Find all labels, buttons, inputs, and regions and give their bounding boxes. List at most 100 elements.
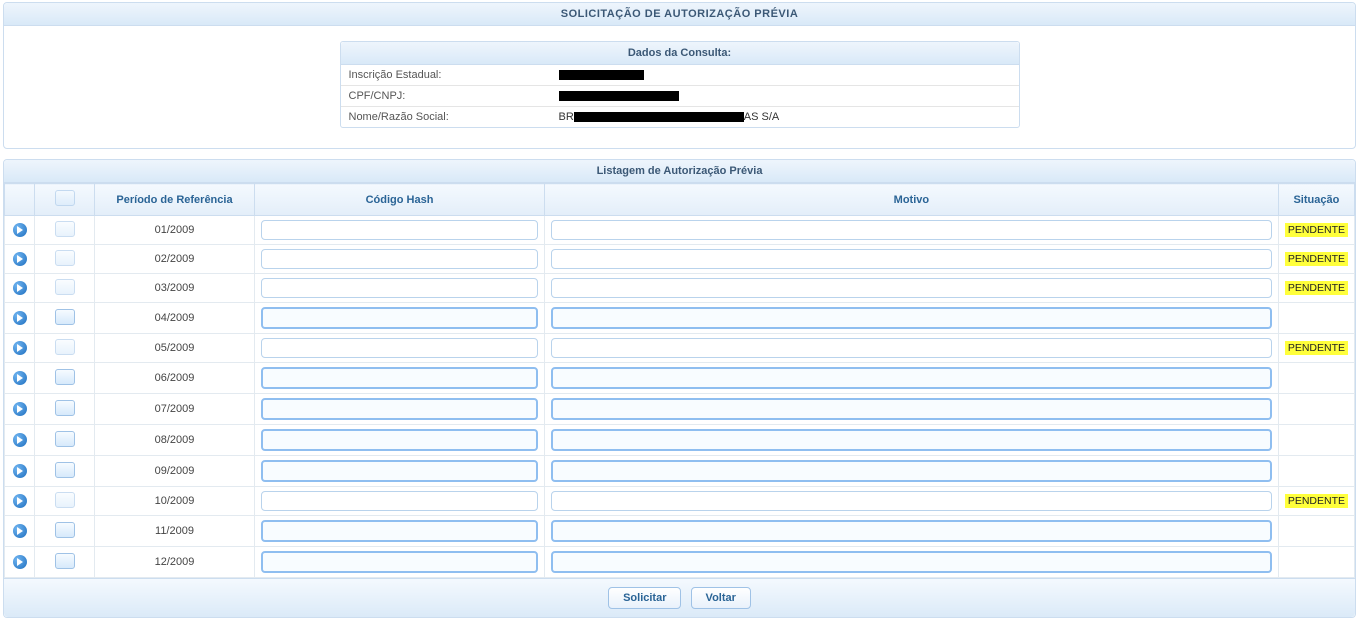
table-row: 12/2009 (5, 547, 1355, 578)
situacao-cell: PENDENTE (1278, 334, 1354, 363)
codigo-hash-input[interactable] (261, 429, 538, 451)
status-badge: PENDENTE (1285, 341, 1348, 355)
periodo-cell: 12/2009 (95, 547, 255, 578)
situacao-cell (1278, 456, 1354, 487)
situacao-cell (1278, 394, 1354, 425)
page-title: SOLICITAÇÃO DE AUTORIZAÇÃO PRÉVIA (4, 3, 1355, 26)
consulta-row: Inscrição Estadual: (341, 65, 1019, 86)
expand-row-icon[interactable] (13, 555, 27, 569)
situacao-cell: PENDENTE (1278, 216, 1354, 245)
consulta-value: BRAS S/A (551, 107, 1019, 127)
status-badge: PENDENTE (1285, 494, 1348, 508)
consulta-title: Dados da Consulta: (341, 42, 1019, 65)
listagem-table: Período de Referência Código Hash Motivo… (4, 183, 1355, 578)
codigo-hash-input[interactable] (261, 278, 538, 298)
expand-row-icon[interactable] (13, 433, 27, 447)
row-checkbox[interactable] (55, 492, 75, 508)
motivo-input[interactable] (551, 278, 1272, 298)
row-checkbox[interactable] (55, 462, 75, 478)
expand-row-icon[interactable] (13, 464, 27, 478)
consulta-label: Inscrição Estadual: (341, 65, 551, 85)
row-checkbox[interactable] (55, 522, 75, 538)
row-checkbox[interactable] (55, 400, 75, 416)
consulta-row: CPF/CNPJ: (341, 86, 1019, 107)
periodo-cell: 10/2009 (95, 487, 255, 516)
expand-row-icon[interactable] (13, 281, 27, 295)
table-row: 11/2009 (5, 516, 1355, 547)
expand-row-icon[interactable] (13, 524, 27, 538)
consulta-value (551, 86, 1019, 106)
periodo-cell: 01/2009 (95, 216, 255, 245)
expand-row-icon[interactable] (13, 223, 27, 237)
select-all-checkbox[interactable] (55, 190, 75, 206)
row-checkbox[interactable] (55, 431, 75, 447)
motivo-input[interactable] (551, 520, 1272, 542)
table-row: 05/2009 PENDENTE (5, 334, 1355, 363)
motivo-input[interactable] (551, 307, 1272, 329)
listagem-title: Listagem de Autorização Prévia (4, 160, 1355, 183)
situacao-cell (1278, 363, 1354, 394)
expand-row-icon[interactable] (13, 341, 27, 355)
table-row: 07/2009 (5, 394, 1355, 425)
motivo-input[interactable] (551, 551, 1272, 573)
col-periodo-header: Período de Referência (95, 184, 255, 216)
periodo-cell: 03/2009 (95, 274, 255, 303)
situacao-cell: PENDENTE (1278, 487, 1354, 516)
situacao-cell (1278, 303, 1354, 334)
motivo-input[interactable] (551, 491, 1272, 511)
periodo-cell: 04/2009 (95, 303, 255, 334)
situacao-cell: PENDENTE (1278, 245, 1354, 274)
expand-row-icon[interactable] (13, 252, 27, 266)
codigo-hash-input[interactable] (261, 551, 538, 573)
row-checkbox[interactable] (55, 339, 75, 355)
table-row: 09/2009 (5, 456, 1355, 487)
row-checkbox[interactable] (55, 279, 75, 295)
situacao-cell (1278, 547, 1354, 578)
codigo-hash-input[interactable] (261, 520, 538, 542)
situacao-cell (1278, 516, 1354, 547)
motivo-input[interactable] (551, 220, 1272, 240)
codigo-hash-input[interactable] (261, 367, 538, 389)
col-expand-header (5, 184, 35, 216)
codigo-hash-input[interactable] (261, 338, 538, 358)
row-checkbox[interactable] (55, 369, 75, 385)
motivo-input[interactable] (551, 249, 1272, 269)
expand-row-icon[interactable] (13, 402, 27, 416)
consulta-row: Nome/Razão Social:BRAS S/A (341, 107, 1019, 127)
listagem-panel: Listagem de Autorização Prévia Período d… (3, 159, 1356, 618)
codigo-hash-input[interactable] (261, 491, 538, 511)
consulta-label: Nome/Razão Social: (341, 107, 551, 127)
action-bar: Solicitar Voltar (4, 578, 1355, 617)
row-checkbox[interactable] (55, 221, 75, 237)
motivo-input[interactable] (551, 398, 1272, 420)
codigo-hash-input[interactable] (261, 307, 538, 329)
row-checkbox[interactable] (55, 250, 75, 266)
periodo-cell: 05/2009 (95, 334, 255, 363)
codigo-hash-input[interactable] (261, 220, 538, 240)
expand-row-icon[interactable] (13, 494, 27, 508)
status-badge: PENDENTE (1285, 252, 1348, 266)
col-situacao-header: Situação (1278, 184, 1354, 216)
codigo-hash-input[interactable] (261, 249, 538, 269)
motivo-input[interactable] (551, 460, 1272, 482)
motivo-input[interactable] (551, 367, 1272, 389)
table-row: 01/2009 PENDENTE (5, 216, 1355, 245)
row-checkbox[interactable] (55, 309, 75, 325)
expand-row-icon[interactable] (13, 371, 27, 385)
motivo-input[interactable] (551, 429, 1272, 451)
solicitar-button[interactable]: Solicitar (608, 587, 681, 609)
row-checkbox[interactable] (55, 553, 75, 569)
table-row: 03/2009PENDENTE (5, 274, 1355, 303)
expand-row-icon[interactable] (13, 311, 27, 325)
codigo-hash-input[interactable] (261, 460, 538, 482)
periodo-cell: 09/2009 (95, 456, 255, 487)
voltar-button[interactable]: Voltar (691, 587, 751, 609)
main-panel: SOLICITAÇÃO DE AUTORIZAÇÃO PRÉVIA Dados … (3, 2, 1356, 149)
codigo-hash-input[interactable] (261, 398, 538, 420)
consulta-value (551, 65, 1019, 85)
periodo-cell: 06/2009 (95, 363, 255, 394)
col-check-header (35, 184, 95, 216)
col-hash-header: Código Hash (255, 184, 545, 216)
motivo-input[interactable] (551, 338, 1272, 358)
col-motivo-header: Motivo (545, 184, 1279, 216)
